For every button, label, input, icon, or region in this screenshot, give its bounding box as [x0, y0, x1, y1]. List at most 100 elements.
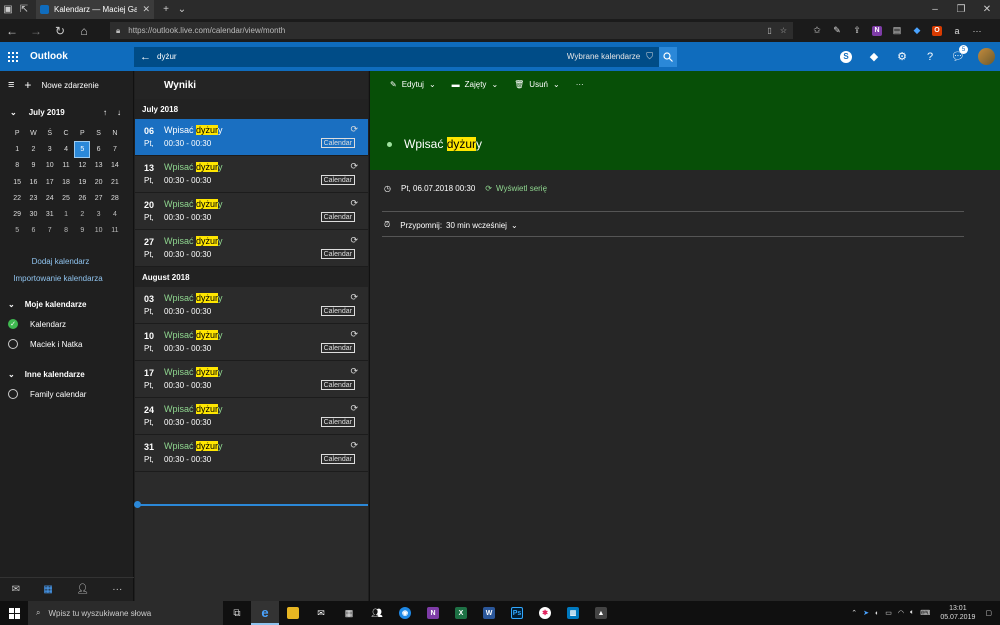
add-calendar-link[interactable]: Dodaj kalendarz	[0, 257, 133, 266]
forward-icon[interactable]: →	[24, 19, 48, 42]
search-back-icon[interactable]: ←	[140, 51, 151, 63]
calendar-day[interactable]: 6	[90, 141, 106, 157]
calendar-icon[interactable]: ▦	[43, 584, 52, 595]
calendar-day[interactable]: 1	[9, 141, 25, 157]
amazon-extension-icon[interactable]: a	[947, 19, 967, 42]
camera-app-icon[interactable]: ◉	[391, 601, 419, 625]
calendar-day[interactable]: 26	[74, 190, 90, 206]
search-result-item[interactable]: 24 Pt, Wpisać dyżury 00:30 - 00:30 ⟳ Calendar	[135, 398, 368, 435]
unchecked-circle-icon[interactable]	[8, 339, 18, 350]
search-result-item[interactable]: 27 Pt, Wpisać dyżury 00:30 - 00:30 ⟳ Calendar	[135, 230, 368, 267]
calendar-day[interactable]: 7	[107, 141, 123, 157]
home-icon[interactable]: ⌂	[72, 19, 96, 42]
refresh-icon[interactable]: ↻	[48, 19, 72, 42]
calendar-day[interactable]: 25	[58, 190, 74, 206]
calendar-day[interactable]: 28	[107, 190, 123, 206]
tab-dropdown-icon[interactable]: ⌄	[174, 0, 190, 19]
calendar-day[interactable]: 24	[42, 190, 58, 206]
more-menu-icon[interactable]: ···	[967, 19, 987, 42]
search-result-item[interactable]: 03 Pt, Wpisać dyżury 00:30 - 00:30 ⟳ Calendar	[135, 287, 368, 324]
keyboard-icon[interactable]: ⌨	[920, 609, 930, 617]
tray-app-icon[interactable]: ◐	[875, 610, 879, 617]
set-aside-tabs-icon[interactable]: ⇱	[16, 0, 32, 19]
close-tab-icon[interactable]: ✕	[142, 4, 150, 15]
task-view-icon[interactable]: ⧉	[223, 601, 251, 625]
search-result-item[interactable]: 06 Pt, Wpisać dyżury 00:30 - 00:30 ⟳ Calendar	[135, 119, 368, 156]
settings-gear-icon[interactable]: ⚙	[888, 50, 916, 63]
skype-icon[interactable]: S	[832, 50, 860, 63]
series-link[interactable]: ⟳ Wyświetl serię	[485, 184, 547, 193]
calendar-day[interactable]: 17	[42, 174, 58, 190]
search-result-item[interactable]: 20 Pt, Wpisać dyżury 00:30 - 00:30 ⟳ Calendar	[135, 193, 368, 230]
edge-browser-icon[interactable]: e	[251, 601, 279, 625]
calendar-day[interactable]: 10	[42, 158, 58, 174]
unchecked-circle-icon[interactable]	[8, 389, 18, 400]
other-calendars-header[interactable]: ⌄ Inne kalendarze	[0, 364, 133, 384]
notifications-icon[interactable]: 💬︎ 5	[944, 45, 972, 63]
excel-app-icon[interactable]: X	[447, 601, 475, 625]
volume-icon[interactable]: 🔈︎	[910, 609, 914, 617]
mini-calendar-month[interactable]: July 2019	[29, 108, 103, 117]
new-tab-icon[interactable]: +	[158, 0, 174, 19]
search-result-item[interactable]: 13 Pt, Wpisać dyżury 00:30 - 00:30 ⟳ Calendar	[135, 156, 368, 193]
calendar-day[interactable]: 2	[74, 206, 90, 222]
more-actions-button[interactable]: ···	[576, 80, 584, 89]
calendar-day[interactable]: 23	[25, 190, 41, 206]
file-explorer-icon[interactable]	[279, 601, 307, 625]
browser-tab[interactable]: Kalendarz — Maciej Gaj ✕	[36, 0, 154, 19]
new-event-button[interactable]: ≡ + Nowe zdarzenie	[0, 71, 133, 99]
calendar-day[interactable]: 8	[58, 223, 74, 239]
slack-app-icon[interactable]: ✱	[531, 601, 559, 625]
collapse-chevron-icon[interactable]: ⌄	[10, 108, 17, 117]
premium-diamond-icon[interactable]: ◆	[860, 50, 888, 63]
help-icon[interactable]: ?	[916, 51, 944, 63]
windows-start-icon[interactable]	[0, 607, 28, 619]
tab-actions-icon[interactable]: ▣	[0, 0, 16, 19]
import-calendar-link[interactable]: Importowanie kalendarza	[8, 273, 108, 284]
calendar-day[interactable]: 3	[42, 141, 58, 157]
calendar-day[interactable]: 5	[74, 141, 91, 158]
calendar-day[interactable]: 15	[9, 174, 25, 190]
calendar-item-maciek-i-natka[interactable]: Maciek i Natka	[0, 334, 133, 354]
calendar-item-family[interactable]: Family calendar	[0, 384, 133, 404]
app-launcher-icon[interactable]	[0, 51, 26, 62]
calendar-day[interactable]: 22	[9, 190, 25, 206]
trello-app-icon[interactable]: ▥	[559, 601, 587, 625]
onenote-app-icon[interactable]: N	[419, 601, 447, 625]
calendar-day[interactable]: 30	[25, 206, 41, 222]
filter-icon[interactable]: ⛉	[646, 51, 653, 62]
calendar-item-kalendarz[interactable]: ✓ Kalendarz	[0, 314, 133, 334]
calendar-day[interactable]: 11	[107, 223, 123, 239]
action-center-icon[interactable]: ▢	[985, 609, 992, 617]
extension-icon[interactable]: ▤	[887, 19, 907, 42]
tray-chevron-icon[interactable]: ⌃	[851, 609, 857, 617]
calendar-day[interactable]: 2	[25, 141, 41, 157]
mail-icon[interactable]: ✉	[12, 584, 20, 595]
battery-icon[interactable]: ▭	[885, 609, 892, 617]
prev-month-icon[interactable]: ↑	[103, 108, 107, 117]
taskbar-search-box[interactable]: ⌕ Wpisz tu wyszukiwane słowa	[28, 601, 223, 625]
search-result-item[interactable]: 17 Pt, Wpisać dyżury 00:30 - 00:30 ⟳ Calendar	[135, 361, 368, 398]
mail-app-icon[interactable]: ✉	[307, 601, 335, 625]
search-box[interactable]: ← dyżur Wybrane kalendarze ⛉	[134, 46, 677, 67]
calendar-day[interactable]: 11	[58, 158, 74, 174]
calendar-day[interactable]: 31	[42, 206, 58, 222]
wifi-icon[interactable]: ◠	[898, 609, 904, 617]
reading-view-icon[interactable]: ▯	[767, 26, 771, 35]
calendar-day[interactable]: 8	[9, 158, 25, 174]
more-apps-icon[interactable]: ···	[112, 584, 122, 595]
brand-label[interactable]: Outlook	[30, 51, 134, 62]
search-input[interactable]: dyżur	[157, 52, 561, 61]
search-scope-dropdown[interactable]: Wybrane kalendarze	[567, 52, 640, 61]
photoshop-app-icon[interactable]: Ps	[503, 601, 531, 625]
close-window-icon[interactable]: ✕	[974, 4, 1000, 15]
back-icon[interactable]: ←	[0, 19, 24, 42]
search-icon[interactable]	[659, 46, 677, 67]
telegram-tray-icon[interactable]: ➤	[863, 609, 869, 617]
avatar[interactable]	[972, 48, 1000, 65]
calendar-day[interactable]: 9	[25, 158, 41, 174]
notes-icon[interactable]: ✎	[827, 19, 847, 42]
calendar-day[interactable]: 21	[107, 174, 123, 190]
calendar-day[interactable]: 5	[9, 223, 25, 239]
calendar-day[interactable]: 1	[58, 206, 74, 222]
